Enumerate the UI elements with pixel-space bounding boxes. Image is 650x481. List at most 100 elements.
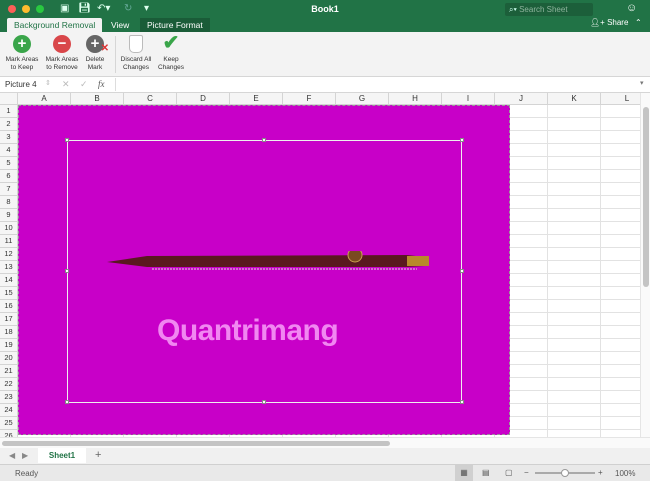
tab-picture-format[interactable]: Picture Format [140,18,210,32]
resize-handle[interactable] [262,400,266,404]
zoom-out-button[interactable]: − [524,468,529,477]
resize-handle[interactable] [65,138,69,142]
row-header-26[interactable]: 26 [0,430,18,437]
keep-changes-button[interactable]: ✔ Keep Changes [155,32,187,71]
next-sheet-icon[interactable]: ▶ [22,451,28,460]
column-header-C[interactable]: C [124,93,177,105]
add-sheet-button[interactable]: + [95,449,101,461]
row-header-19[interactable]: 19 [0,339,18,352]
tab-background-removal[interactable]: Background Removal [7,18,103,32]
column-header-I[interactable]: I [442,93,495,105]
search-icon: ⌕▾ [509,5,520,14]
gridline [600,105,601,437]
label: Mark [87,63,103,71]
zoom-slider[interactable] [535,469,595,477]
formula-input[interactable] [115,78,635,91]
vertical-scrollbar[interactable] [640,93,650,437]
zoom-in-button[interactable]: + [598,468,603,477]
formula-bar: Picture 4 ⇕ ✕ ✓ fx ▾ [0,77,650,93]
page-layout-view-icon[interactable]: ▤ [482,468,490,477]
label: Discard All [120,56,152,63]
column-header-G[interactable]: G [336,93,389,105]
resize-handle[interactable] [460,138,464,142]
page-break-view-icon[interactable]: ▢ [505,468,513,477]
row-header-16[interactable]: 16 [0,300,18,313]
row-header-24[interactable]: 24 [0,404,18,417]
row-header-10[interactable]: 10 [0,222,18,235]
row-header-9[interactable]: 9 [0,209,18,222]
cancel-icon[interactable]: ✕ [62,79,70,90]
row-header-25[interactable]: 25 [0,417,18,430]
zoom-slider-thumb[interactable] [561,469,569,477]
row-header-2[interactable]: 2 [0,118,18,131]
keep-region-marquee[interactable] [65,138,464,404]
label: Keep [163,56,179,63]
spreadsheet-grid[interactable]: A B C D E F G H I J K L 1 2 3 4 5 6 7 8 9 10 11 12 13 14 15 16 17 18 1… [0,93,650,437]
resize-handle[interactable] [262,138,266,142]
row-header-18[interactable]: 18 [0,326,18,339]
column-header-F[interactable]: F [283,93,336,105]
row-header-21[interactable]: 21 [0,365,18,378]
horizontal-scroll-thumb[interactable] [2,441,390,446]
status-text: Ready [15,469,39,478]
picture[interactable]: Quantrimang [18,105,510,435]
zoom-level[interactable]: 100% [615,469,635,478]
row-header-13[interactable]: 13 [0,261,18,274]
search-placeholder: Search Sheet [519,5,568,14]
mark-areas-to-keep-button[interactable]: + Mark Areas to Keep [4,35,40,71]
plus-pencil-icon: + [13,35,31,53]
minus-pencil-icon: − [53,35,71,53]
column-header-D[interactable]: D [177,93,230,105]
prev-sheet-icon[interactable]: ◀ [9,451,15,460]
resize-handle[interactable] [460,269,464,273]
normal-view-icon[interactable]: ▦ [455,465,473,481]
resize-handle[interactable] [460,400,464,404]
column-header-J[interactable]: J [495,93,548,105]
sheet-tab-sheet1[interactable]: Sheet1 [38,448,86,463]
horizontal-scrollbar[interactable] [0,437,650,448]
function-icon[interactable]: fx [98,79,105,89]
name-box[interactable]: Picture 4 [5,80,37,89]
row-header-12[interactable]: 12 [0,248,18,261]
tab-view[interactable]: View [104,18,136,32]
enter-icon[interactable]: ✓ [80,79,88,90]
row-header-7[interactable]: 7 [0,183,18,196]
row-header-3[interactable]: 3 [0,131,18,144]
row-header-6[interactable]: 6 [0,170,18,183]
vertical-scroll-thumb[interactable] [643,107,649,287]
expand-formula-icon[interactable]: ▾ [640,79,644,87]
delete-mark-button[interactable]: + ✕ Delete Mark [83,35,109,71]
row-header-5[interactable]: 5 [0,157,18,170]
feedback-smiley-icon[interactable]: ☺ [626,2,637,14]
delete-mark-icon: + ✕ [86,35,109,54]
row-header-23[interactable]: 23 [0,391,18,404]
add-person-icon: 👤︎+ [590,18,605,27]
row-header-1[interactable]: 1 [0,105,18,118]
column-header-H[interactable]: H [389,93,442,105]
row-header-11[interactable]: 11 [0,235,18,248]
name-box-stepper-icon[interactable]: ⇕ [45,79,51,87]
row-header-17[interactable]: 17 [0,313,18,326]
column-header-K[interactable]: K [548,93,601,105]
column-header-B[interactable]: B [71,93,124,105]
ribbon: + Mark Areas to Keep − Mark Areas to Remov… [0,32,650,77]
select-all-corner[interactable] [0,93,18,105]
resize-handle[interactable] [65,269,69,273]
discard-all-changes-button[interactable]: Discard All Changes [117,35,155,71]
status-bar: Ready ▦ ▤ ▢ − + 100% [0,465,650,481]
title-bar: ▣ 💾︎ ↶▾ ↻ ▾ Book1 ⌕▾ Search Sheet ☺ 👤︎+ … [0,0,650,32]
mark-areas-to-remove-button[interactable]: − Mark Areas to Remove [43,35,81,71]
resize-handle[interactable] [65,400,69,404]
row-header-8[interactable]: 8 [0,196,18,209]
checkmark-icon: ✔ [162,32,180,54]
row-header-15[interactable]: 15 [0,287,18,300]
row-header-14[interactable]: 14 [0,274,18,287]
row-header-4[interactable]: 4 [0,144,18,157]
row-header-20[interactable]: 20 [0,352,18,365]
collapse-ribbon-icon[interactable]: ⌃ [635,18,642,27]
search-input[interactable]: ⌕▾ Search Sheet [505,3,593,16]
column-header-E[interactable]: E [230,93,283,105]
row-header-22[interactable]: 22 [0,378,18,391]
column-header-A[interactable]: A [18,93,71,105]
share-button[interactable]: 👤︎+ Share [590,18,628,27]
